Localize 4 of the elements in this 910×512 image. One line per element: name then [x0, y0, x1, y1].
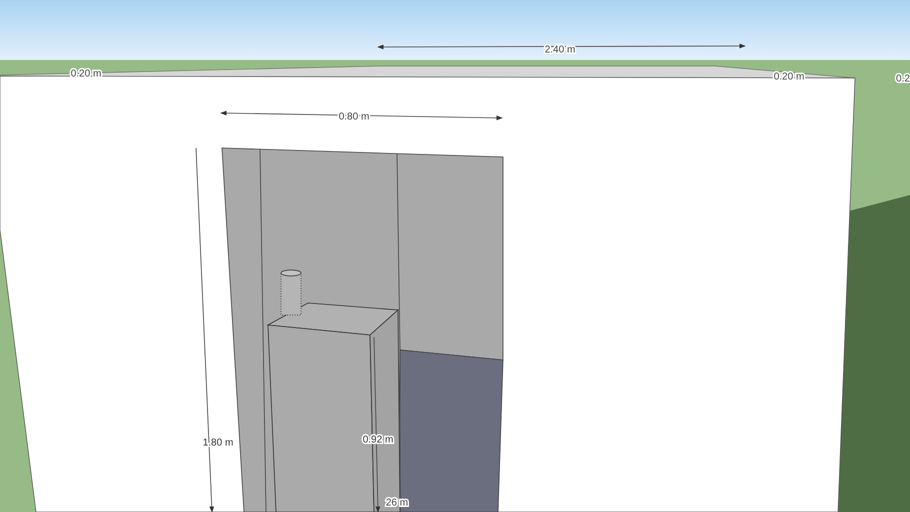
dimension-label: 26 m	[386, 498, 408, 509]
dimension-label: 0.2	[896, 74, 910, 85]
dimension-label: 2.40 m	[544, 44, 576, 56]
cylinder-drawing	[280, 270, 302, 316]
